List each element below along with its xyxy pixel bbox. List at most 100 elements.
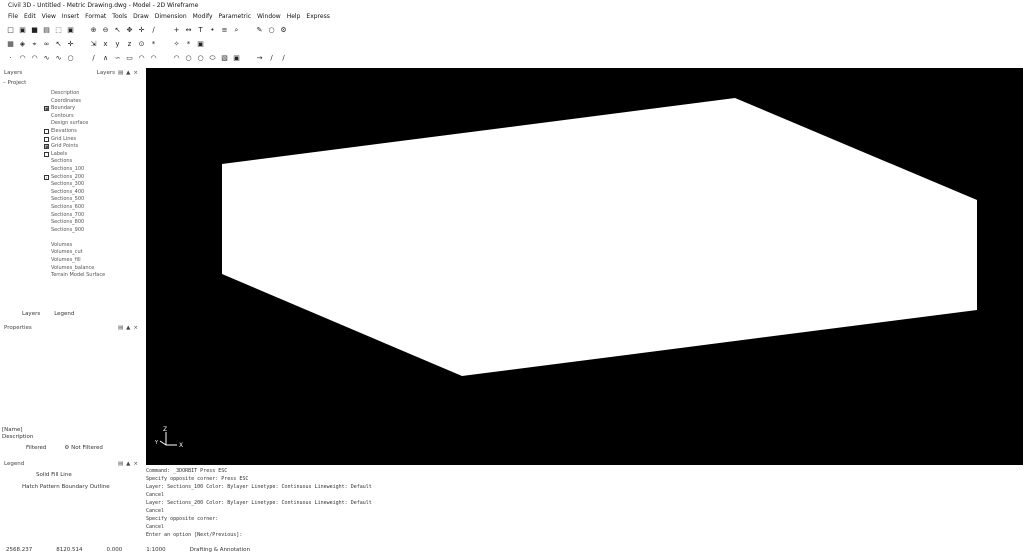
layer-item[interactable]: Sections_100: [44, 166, 142, 174]
arrow-icon[interactable]: →: [255, 54, 264, 63]
menu-item[interactable]: View: [42, 11, 56, 22]
circle-icon[interactable]: ○: [66, 54, 75, 63]
menu-item[interactable]: Window: [257, 11, 281, 22]
layer-item[interactable]: Sections_800: [44, 219, 142, 227]
viewport-canvas[interactable]: Z X Y: [146, 68, 1023, 465]
layer-item[interactable]: Sections_600: [44, 204, 142, 212]
spline-icon[interactable]: ∽: [113, 54, 122, 63]
float-icon[interactable]: ▤: [118, 323, 123, 333]
tab-layers[interactable]: Layers: [22, 311, 40, 317]
select-icon[interactable]: ↖: [113, 26, 122, 35]
grid-icon[interactable]: ▦: [6, 40, 15, 49]
layer-item[interactable]: Volumes_fill: [44, 257, 142, 265]
layer-item[interactable]: Description: [44, 90, 142, 98]
curve-icon[interactable]: ∿: [54, 54, 63, 63]
menu-item[interactable]: Edit: [24, 11, 36, 22]
line-icon[interactable]: ∕: [279, 54, 288, 63]
line-icon[interactable]: ∕: [89, 54, 98, 63]
layer-checkbox[interactable]: [44, 152, 49, 158]
chain-icon[interactable]: ∞: [42, 40, 51, 49]
measure-icon[interactable]: ↔: [184, 26, 193, 35]
layer-item[interactable]: Grid Lines: [44, 136, 142, 144]
not-filtered-button[interactable]: ⚙ Not Filtered: [64, 445, 102, 451]
layer-item[interactable]: Sections_900: [44, 227, 142, 235]
menu-item[interactable]: Modify: [193, 11, 213, 22]
zoom-in-icon[interactable]: ⊕: [89, 26, 98, 35]
layer-item[interactable]: Volumes_cut: [44, 249, 142, 257]
point-icon[interactable]: ·: [6, 54, 15, 63]
close-icon[interactable]: ×: [133, 68, 138, 78]
layers-tab-label[interactable]: Layers: [97, 68, 115, 78]
status-scale[interactable]: 1:1000: [146, 544, 165, 556]
ellipse-icon[interactable]: ⬭: [208, 54, 217, 63]
menu-item[interactable]: Express: [306, 11, 329, 22]
circle-icon[interactable]: ○: [184, 54, 193, 63]
bulb-icon[interactable]: ○: [267, 26, 276, 35]
layer-item[interactable]: Sections: [44, 158, 142, 166]
solid-slab[interactable]: [222, 98, 977, 376]
layer-checkbox[interactable]: [44, 129, 49, 135]
layers-root[interactable]: – Project: [3, 80, 26, 86]
zoom-out-icon[interactable]: ⊖: [101, 26, 110, 35]
layer-item[interactable]: ■ Boundary: [44, 105, 142, 113]
menu-item[interactable]: Tools: [112, 11, 127, 22]
layer-item[interactable]: Labels: [44, 151, 142, 159]
view-icon[interactable]: ▣: [196, 40, 205, 49]
layer-checkbox[interactable]: ■: [44, 106, 49, 112]
save-icon[interactable]: ■: [30, 26, 39, 35]
pin-icon[interactable]: ▲: [126, 68, 130, 78]
tab-legend[interactable]: Legend: [54, 311, 74, 317]
wand-icon[interactable]: ✧: [172, 40, 181, 49]
layer-item[interactable]: Elevations: [44, 128, 142, 136]
plus-icon[interactable]: +: [172, 26, 181, 35]
hatch-icon[interactable]: ▧: [220, 54, 229, 63]
arc-icon[interactable]: ◠: [172, 54, 181, 63]
menu-item[interactable]: Help: [287, 11, 301, 22]
menu-item[interactable]: File: [8, 11, 18, 22]
line-icon[interactable]: ∕: [149, 26, 158, 35]
line-icon[interactable]: ∕: [267, 54, 276, 63]
layer-item[interactable]: Sections_500: [44, 196, 142, 204]
close-icon[interactable]: ×: [133, 323, 138, 333]
print-icon[interactable]: ▤: [42, 26, 51, 35]
polyline-icon[interactable]: ∧: [101, 54, 110, 63]
arc-icon[interactable]: ◠: [18, 54, 27, 63]
layer-item[interactable]: Coordinates: [44, 98, 142, 106]
arc-icon[interactable]: ◠: [30, 54, 39, 63]
search-icon[interactable]: ⌕: [232, 26, 241, 35]
layer-item[interactable]: Contours: [44, 113, 142, 121]
z-icon[interactable]: z: [125, 40, 134, 49]
move-icon[interactable]: ✛: [66, 40, 75, 49]
pencil-icon[interactable]: ✎: [255, 26, 264, 35]
layer-checkbox[interactable]: [44, 136, 49, 142]
layer-item[interactable]: Sections_300: [44, 181, 142, 189]
close-icon[interactable]: ×: [133, 459, 138, 469]
pan-icon[interactable]: ✥: [125, 26, 134, 35]
layer-item[interactable]: [44, 234, 142, 242]
layer-item[interactable]: ■ Grid Points: [44, 143, 142, 151]
star-icon[interactable]: *: [149, 40, 158, 49]
layer-item[interactable]: Sections_400: [44, 189, 142, 197]
layer-checkbox[interactable]: ■: [44, 144, 49, 150]
arc-icon[interactable]: ◠: [137, 54, 146, 63]
rectangle-icon[interactable]: ▭: [125, 54, 134, 63]
star-icon[interactable]: *: [184, 40, 193, 49]
block-icon[interactable]: ▣: [232, 54, 241, 63]
menu-item[interactable]: Insert: [62, 11, 79, 22]
menu-item[interactable]: Draw: [133, 11, 149, 22]
arc-icon[interactable]: ◠: [149, 54, 158, 63]
filtered-button[interactable]: Filtered: [26, 445, 46, 451]
layer-item[interactable]: Design surface: [44, 120, 142, 128]
text-icon[interactable]: T: [196, 26, 205, 35]
layer-item[interactable]: Terrain Model Surface: [44, 272, 142, 280]
layers-icon[interactable]: ◈: [18, 40, 27, 49]
status-workspace[interactable]: Drafting & Annotation: [190, 544, 250, 556]
x-icon[interactable]: x: [101, 40, 110, 49]
menu-item[interactable]: Format: [85, 11, 106, 22]
circle-icon[interactable]: ○: [196, 54, 205, 63]
snap-icon[interactable]: ⌖: [30, 40, 39, 49]
curve-icon[interactable]: ∿: [42, 54, 51, 63]
layer-item[interactable]: Volumes_balance: [44, 265, 142, 273]
zoom-extents-icon[interactable]: ▣: [66, 26, 75, 35]
menu-item[interactable]: Parametric: [219, 11, 252, 22]
